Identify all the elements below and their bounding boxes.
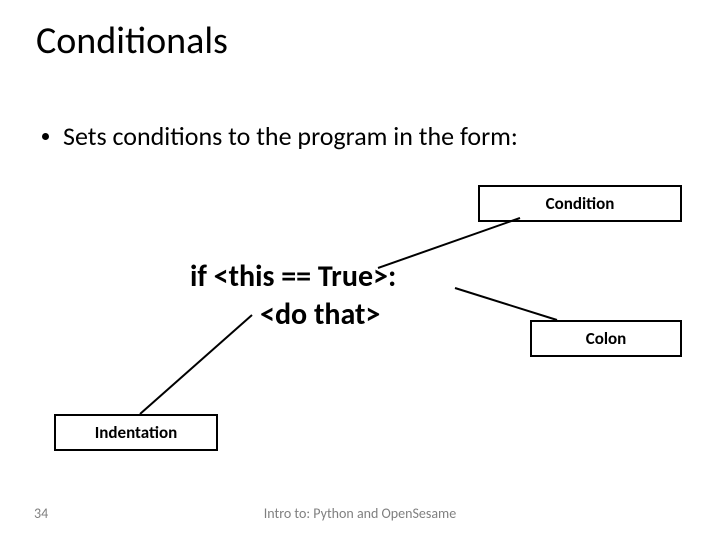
slide-title: Conditionals bbox=[36, 18, 228, 64]
footer-text: Intro to: Python and OpenSesame bbox=[0, 505, 720, 522]
label-indentation: Indentation bbox=[54, 414, 218, 451]
bullet-text: Sets conditions to the program in the fo… bbox=[63, 120, 518, 152]
code-line-1: if <this == True>: bbox=[190, 258, 396, 296]
label-condition: Condition bbox=[478, 185, 682, 222]
bullet-item: Sets conditions to the program in the fo… bbox=[42, 120, 518, 152]
slide: Conditionals Sets conditions to the prog… bbox=[0, 0, 720, 540]
code-example: if <this == True>: <do that> bbox=[190, 258, 396, 333]
label-colon: Colon bbox=[530, 320, 682, 357]
code-line-2: <do that> bbox=[260, 296, 396, 334]
bullet-dot-icon bbox=[42, 133, 49, 140]
